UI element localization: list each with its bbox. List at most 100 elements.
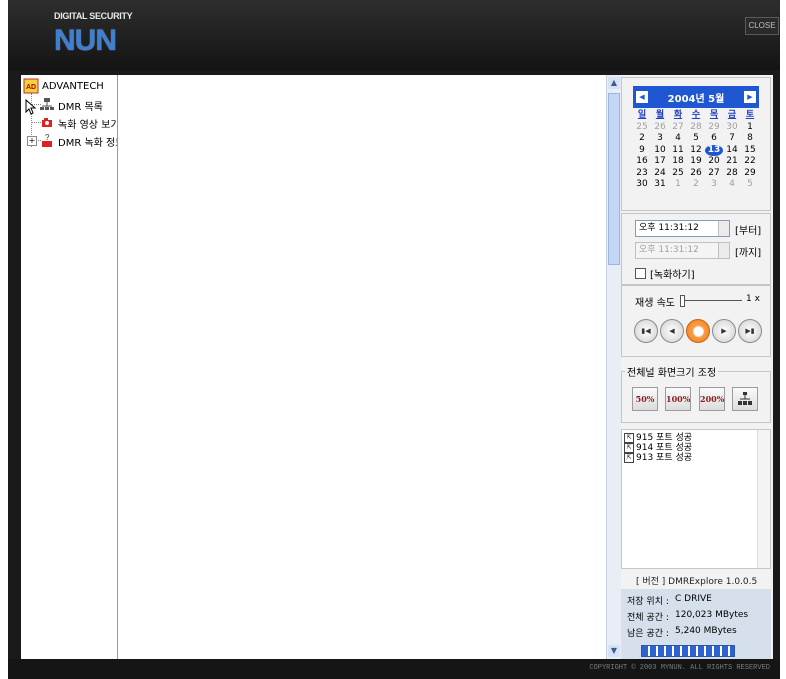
log-scrollbar[interactable]	[757, 430, 770, 568]
tree-root[interactable]: AD ADVANTECH	[23, 77, 104, 95]
calendar-day[interactable]: 11	[669, 145, 687, 157]
step-forward-icon[interactable]: ▶	[712, 319, 736, 343]
calendar-day[interactable]: 31	[651, 179, 669, 191]
calendar-day[interactable]: 5	[741, 179, 759, 191]
log-list[interactable]: ⇱ 915 포트 성공 ⇱ 914 포트 성공 ⇱ 913 포트 성공	[621, 429, 771, 569]
speed-slider-track[interactable]	[680, 300, 742, 301]
start-time-value: 오후 11:31:12	[639, 223, 699, 233]
calendar-day[interactable]: 27	[669, 122, 687, 134]
calendar-day[interactable]: 16	[633, 156, 651, 168]
calendar-day[interactable]: 15	[741, 145, 759, 157]
calendar-day[interactable]: 14	[723, 145, 741, 157]
scroll-up-icon[interactable]: ▲	[608, 77, 620, 89]
weekday-label: 금	[727, 110, 737, 120]
calendar-day[interactable]: 25	[669, 168, 687, 180]
calendar-day[interactable]: 9	[633, 145, 651, 157]
calendar-day[interactable]: 28	[687, 122, 705, 134]
calendar-day[interactable]: 24	[651, 168, 669, 180]
copyright-text: COPYRIGHT © 2003 MYNUN. ALL RIGHTS RESER…	[589, 664, 770, 672]
calendar: ◀ 2004년 5월 ▶ 일 월 화 수 목 금 토 25 26 27 28 29 30 1 2 3 4 5 6 7 8…	[633, 86, 759, 191]
video-scrollbar[interactable]: ▲ ▼	[606, 75, 621, 659]
storage-info: 저장 위치 : C DRIVE 전체 공간 : 120,023 MBytes 남…	[621, 589, 771, 659]
status-bar: COPYRIGHT © 2003 MYNUN. ALL RIGHTS RESER…	[8, 659, 780, 679]
calendar-day-selected[interactable]: 13	[705, 144, 723, 156]
calendar-day[interactable]: 2	[687, 179, 705, 191]
svg-text:AD: AD	[26, 84, 36, 91]
prev-month-button[interactable]: ◀	[636, 91, 648, 103]
calendar-day[interactable]: 26	[651, 122, 669, 134]
tree-item-recorded-video[interactable]: 녹화 영상 보기	[39, 114, 118, 132]
calendar-grid: 일 월 화 수 목 금 토 25 26 27 28 29 30 1 2 3 4 5 6 7 8 9 10 11 12 13 14 15…	[633, 110, 759, 191]
calendar-section: ◀ 2004년 5월 ▶ 일 월 화 수 목 금 토 25 26 27 28 29 30 1 2 3 4 5 6 7 8…	[621, 77, 771, 211]
next-month-button[interactable]: ▶	[743, 91, 756, 103]
calendar-day[interactable]: 25	[633, 122, 651, 134]
layout-tree-button[interactable]	[732, 387, 758, 411]
calendar-day[interactable]: 3	[651, 133, 669, 145]
tree-item-label: DMR 목록	[58, 101, 103, 113]
calendar-day[interactable]: 19	[687, 156, 705, 168]
weekday-label: 일	[637, 110, 647, 120]
calendar-day[interactable]: 12	[687, 145, 705, 157]
zoom-50-button[interactable]: 50%	[632, 387, 658, 411]
tree-item-label: 녹화 영상 보기	[58, 119, 118, 131]
tree-item-dmr-list[interactable]: DMR 목록	[39, 96, 103, 114]
scroll-thumb[interactable]	[608, 93, 620, 265]
speed-slider-knob[interactable]	[680, 295, 685, 307]
calendar-day[interactable]: 5	[687, 133, 705, 145]
calendar-day[interactable]: 22	[741, 156, 759, 168]
network-icon	[39, 97, 55, 113]
skip-end-icon[interactable]: ▶▮	[738, 319, 762, 343]
calendar-day[interactable]: 1	[741, 122, 759, 134]
start-time-field[interactable]: 오후 11:31:12	[635, 220, 730, 237]
skip-start-icon[interactable]: ▮◀	[634, 319, 658, 343]
zoom-100-button[interactable]: 100%	[665, 387, 691, 411]
calendar-day[interactable]: 1	[669, 179, 687, 191]
calendar-header: ◀ 2004년 5월 ▶	[633, 86, 759, 108]
title-bar: DIGITAL SECURITY NUN CLOSE	[8, 0, 780, 70]
calendar-day[interactable]: 4	[669, 133, 687, 145]
storage-gauge	[641, 645, 735, 657]
calendar-day[interactable]: 18	[669, 156, 687, 168]
calendar-day[interactable]: 3	[705, 179, 723, 191]
calendar-day[interactable]: 29	[741, 168, 759, 180]
calendar-day[interactable]: 17	[651, 156, 669, 168]
weekday-label: 월	[655, 110, 665, 120]
record-checkbox[interactable]: [녹화하기]	[635, 266, 695, 281]
recording-help-icon: ?	[39, 133, 55, 149]
calendar-day[interactable]: 27	[705, 168, 723, 180]
video-viewport[interactable]	[118, 75, 606, 659]
tree-root-label: ADVANTECH	[42, 80, 104, 92]
stop-icon	[692, 325, 704, 337]
calendar-day[interactable]: 29	[705, 122, 723, 134]
calendar-day[interactable]: 6	[705, 133, 723, 145]
zoom-200-button[interactable]: 200%	[699, 387, 725, 411]
calendar-day[interactable]: 7	[723, 133, 741, 145]
storage-location-row: 저장 위치 : C DRIVE	[627, 594, 712, 607]
calendar-day[interactable]: 20	[705, 156, 723, 168]
log-item: ⇱ 914 포트 성공	[624, 443, 768, 453]
camera-icon	[39, 115, 55, 131]
tree-item-label: DMR 녹화 정보	[58, 137, 118, 149]
calendar-day[interactable]: 30	[723, 122, 741, 134]
calendar-day[interactable]: 30	[633, 179, 651, 191]
calendar-day[interactable]: 8	[741, 133, 759, 145]
scroll-down-icon[interactable]: ▼	[608, 645, 620, 657]
stop-button[interactable]	[686, 319, 710, 343]
calendar-day[interactable]: 21	[723, 156, 741, 168]
spinner-icon[interactable]	[718, 221, 729, 236]
log-item: ⇱ 915 포트 성공	[624, 433, 768, 443]
tree-item-dmr-record-info[interactable]: ? DMR 녹화 정보	[39, 132, 118, 150]
calendar-day[interactable]: 28	[723, 168, 741, 180]
brand-tagline: DIGITAL SECURITY	[54, 11, 133, 21]
calendar-day[interactable]: 26	[687, 168, 705, 180]
step-back-icon[interactable]: ◀	[660, 319, 684, 343]
calendar-day[interactable]: 10	[651, 145, 669, 157]
calendar-day[interactable]: 4	[723, 179, 741, 191]
checkbox-icon[interactable]	[635, 268, 646, 279]
close-button[interactable]: CLOSE	[745, 17, 779, 35]
speed-label: 재생 속도	[635, 298, 675, 309]
calendar-day[interactable]: 23	[633, 168, 651, 180]
calendar-day[interactable]: 2	[633, 133, 651, 145]
start-time-label: [부터]	[735, 226, 762, 237]
tree-expander[interactable]: +	[27, 136, 37, 146]
